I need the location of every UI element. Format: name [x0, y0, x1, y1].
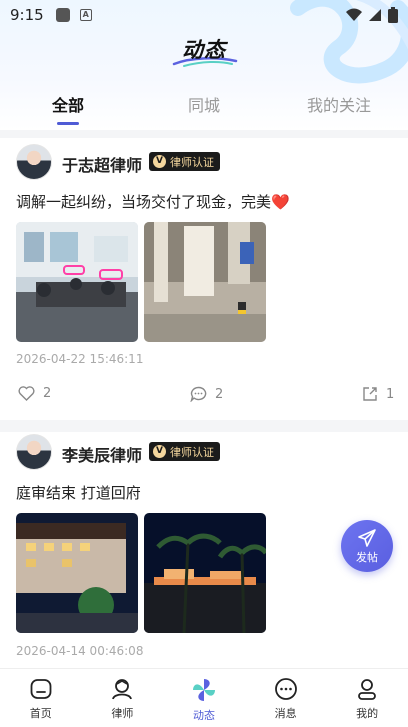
feed-list: 于志超律师 V 律师认证 调解一起纠纷，当场交付了现金，完美❤️ 2026-04… — [0, 130, 408, 692]
post-photo[interactable] — [144, 513, 266, 633]
night-seaside-photo — [144, 513, 266, 633]
lawyer-verified-badge: V 律师认证 — [149, 442, 220, 461]
lawyer-verified-badge: V 律师认证 — [149, 152, 220, 171]
divider — [0, 130, 408, 138]
nav-profile[interactable]: 我的 — [326, 669, 408, 727]
nav-feed[interactable]: 动态 — [163, 669, 245, 727]
divider — [0, 420, 408, 432]
send-plane-icon — [358, 528, 376, 547]
nav-lawyers[interactable]: 律师 — [82, 669, 164, 727]
cellular-signal-icon — [369, 9, 381, 21]
post-text: 庭审结束 打道回府 — [16, 484, 141, 502]
nav-home-label: 首页 — [29, 707, 52, 720]
post-photo[interactable] — [16, 513, 138, 633]
create-post-label: 发帖 — [356, 550, 378, 564]
pinwheel-icon — [192, 679, 215, 701]
app-notification-icon: A — [79, 9, 92, 21]
create-post-button[interactable]: 发帖 — [341, 520, 393, 572]
post-card[interactable]: 于志超律师 V 律师认证 调解一起纠纷，当场交付了现金，完美❤️ 2026-04… — [0, 138, 408, 420]
nav-feed-label: 动态 — [192, 709, 215, 722]
notification-icon — [55, 8, 70, 22]
status-bar: 9:15 A — [0, 0, 408, 30]
tab-following[interactable]: 我的关注 — [307, 92, 371, 116]
heart-emoji: ❤️ — [271, 193, 290, 211]
verified-v-icon: V — [153, 155, 166, 168]
profile-icon — [358, 679, 377, 700]
post-author[interactable]: 李美辰律师 — [62, 442, 142, 466]
post-text-content: 调解一起纠纷，当场交付了现金，完美 — [16, 193, 272, 211]
page-title: 动态 — [182, 38, 226, 62]
post-timestamp: 2026-04-22 15:46:11 — [16, 352, 144, 366]
post-timestamp: 2026-04-14 00:46:08 — [16, 644, 144, 658]
avatar[interactable] — [16, 144, 52, 180]
share-button[interactable]: 1 — [362, 386, 394, 402]
office-meeting-photo — [16, 222, 138, 342]
post-photo[interactable] — [16, 222, 138, 342]
message-icon — [274, 678, 297, 700]
night-building-photo — [16, 513, 138, 633]
feed-tabs: 全部 同城 我的关注 — [0, 88, 408, 128]
share-icon — [363, 387, 377, 401]
tab-active-indicator — [57, 122, 79, 125]
lawyer-icon — [112, 679, 133, 700]
nav-home[interactable]: 首页 — [0, 669, 82, 727]
nav-messages[interactable]: 消息 — [245, 669, 327, 727]
badge-label: 律师认证 — [170, 155, 214, 169]
post-author[interactable]: 于志超律师 — [62, 152, 142, 176]
post-photo[interactable] — [144, 222, 266, 342]
tab-same-city[interactable]: 同城 — [188, 92, 220, 116]
wifi-icon — [346, 8, 362, 21]
home-icon — [30, 679, 52, 699]
tab-all[interactable]: 全部 — [52, 92, 84, 116]
nav-lawyers-label: 律师 — [111, 707, 134, 720]
badge-label: 律师认证 — [170, 445, 214, 459]
like-count: 2 — [43, 386, 52, 401]
comment-button[interactable]: 2 — [190, 386, 223, 402]
comment-bubble-icon — [190, 386, 207, 402]
verified-v-icon: V — [153, 445, 166, 458]
comment-count: 2 — [215, 386, 224, 402]
avatar[interactable] — [16, 434, 52, 470]
status-time: 9:15 — [10, 6, 44, 24]
like-button[interactable]: 2 — [18, 386, 51, 401]
nav-messages-label: 消息 — [274, 707, 297, 720]
bottom-navigation: 首页 律师 动态 消息 我的 — [0, 668, 408, 727]
heart-outline-icon — [18, 386, 35, 401]
post-text: 调解一起纠纷，当场交付了现金，完美❤️ — [16, 191, 290, 212]
court-gate-photo — [144, 222, 266, 342]
share-count: 1 — [386, 386, 395, 402]
nav-profile-label: 我的 — [356, 707, 379, 720]
battery-icon — [388, 7, 398, 23]
